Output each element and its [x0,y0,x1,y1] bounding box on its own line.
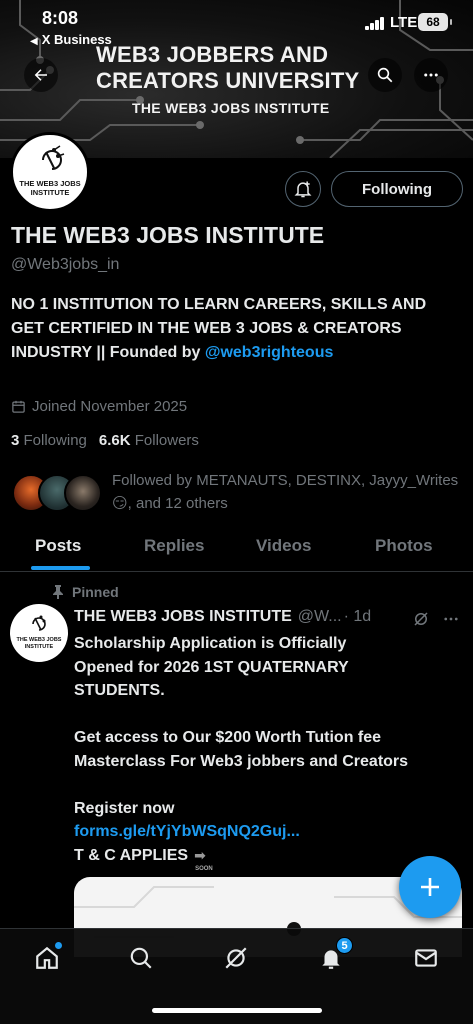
post-line: Get access to Our $200 Worth Tution fee [74,729,382,746]
pinned-text: Pinned [72,584,119,600]
post-body: Scholarship Application is Officially Op… [74,632,469,873]
home-indicator [152,1008,322,1013]
calendar-icon [12,400,25,413]
grok-icon [225,947,247,969]
nav-notifications[interactable]: 5 [316,937,353,973]
nav-grok[interactable] [221,943,251,973]
followed-by-text[interactable]: Followed by METANAUTS, DESTINX, Jayyy_Wr… [112,469,462,515]
joined-text: Joined November 2025 [32,398,188,415]
post-form-link[interactable]: forms.gle/tYjYbWSqNQ2Guj... [74,820,469,844]
search-icon [130,947,152,969]
tab-videos[interactable]: Videos [256,536,311,556]
arrow-left-icon [34,69,47,81]
profile-avatar[interactable]: THE WEB3 JOBS INSTITUTE [10,132,90,212]
nav-home[interactable] [32,942,62,973]
profile-name: THE WEB3 JOBS INSTITUTE [11,222,325,248]
status-bar: 8:08 ◀ X Business LTE 68 [0,0,473,48]
followed-by-names: Followed by METANAUTS, DESTINX, Jayyy_Wr… [112,472,459,489]
tab-posts[interactable]: Posts [35,536,81,556]
status-time: 8:08 [42,8,79,28]
post-header: THE WEB3 JOBS INSTITUTE @W... · 1d [74,608,371,626]
plus-icon [421,878,439,896]
notify-button[interactable] [285,171,321,207]
back-app-label: X Business [41,32,112,47]
soon-arrow-icon: ➡ SOON [194,847,213,873]
pinned-label: Pinned [52,584,119,600]
back-to-app-link[interactable]: ◀ X Business [30,32,112,47]
search-icon [377,67,393,83]
post-line: STUDENTS. [74,682,165,699]
post-author-name[interactable]: THE WEB3 JOBS INSTITUTE [74,608,292,626]
post-more-button[interactable] [442,610,460,633]
followed-by-avatars[interactable] [12,474,104,514]
following-label: Following [23,432,87,449]
followed-by-suffix: , and 12 others [127,495,228,512]
followers-count: 6.6K [98,432,131,449]
post-line: Masterclass For Web3 jobbers and Creator… [74,752,409,770]
more-options-button[interactable] [414,58,448,92]
post-author-handle[interactable]: @W... [298,608,342,626]
following-count: 3 [11,432,20,449]
follow-stats: 3 Following 6.6K Followers [11,432,199,449]
active-tab-indicator [31,566,90,570]
tab-photos[interactable]: Photos [375,536,433,556]
grok-button[interactable] [412,610,430,633]
compose-post-button[interactable] [399,856,461,918]
grok-icon [414,612,428,626]
profile-tabs: Posts Replies Videos Photos [0,528,473,572]
more-horizontal-icon [424,73,438,77]
logo-icon [32,615,46,631]
joined-date: Joined November 2025 [11,398,187,415]
post-time: · 1d [343,608,372,625]
pin-icon [53,585,63,599]
avatar [64,474,102,512]
avatar-label: THE WEB3 JOBS INSTITUTE [19,179,81,197]
tc-text: T & C APPLIES [74,846,189,864]
post-line: Scholarship Application is Officially [74,635,347,652]
mail-icon [415,949,437,967]
battery-icon: 68 [418,13,452,31]
post-avatar-label: THE WEB3 JOBS INSTITUTE [16,637,62,650]
following-stat[interactable]: 3 Following [11,432,87,449]
banner-title: WEB3 JOBBERS AND CREATORS UNIVERSITY [96,42,360,93]
network-type: LTE [390,14,418,31]
signal-icon [365,16,387,30]
following-button[interactable]: Following [331,171,463,207]
more-horizontal-icon [444,617,458,621]
nav-messages[interactable] [411,943,441,973]
back-button[interactable] [24,58,58,92]
search-button[interactable] [368,58,402,92]
bio-mention-link[interactable]: @web3righteous [205,344,334,361]
back-triangle-icon: ◀ [30,36,38,47]
profile-bio: NO 1 INSTITUTION TO LEARN CAREERS, SKILL… [11,293,461,365]
banner-subtitle: THE WEB3 JOBS INSTITUTE [132,100,330,116]
post-author-avatar[interactable]: THE WEB3 JOBS INSTITUTE [10,604,68,662]
home-icon [36,946,58,969]
followers-stat[interactable]: 6.6K Followers [99,432,199,449]
followers-label: Followers [134,432,199,449]
bell-plus-icon [294,181,312,198]
post-line: Opened for 2026 1ST QUATERNARY [74,658,349,676]
tab-replies[interactable]: Replies [144,536,204,556]
post-register: Register now [74,799,175,817]
profile-handle: @Web3jobs_in [11,256,120,273]
home-unread-dot [55,942,62,949]
followed-by-emoji: 😏 [112,495,128,512]
nav-search[interactable] [126,943,156,973]
notifications-badge: 5 [336,937,353,954]
logo-icon [42,145,65,170]
